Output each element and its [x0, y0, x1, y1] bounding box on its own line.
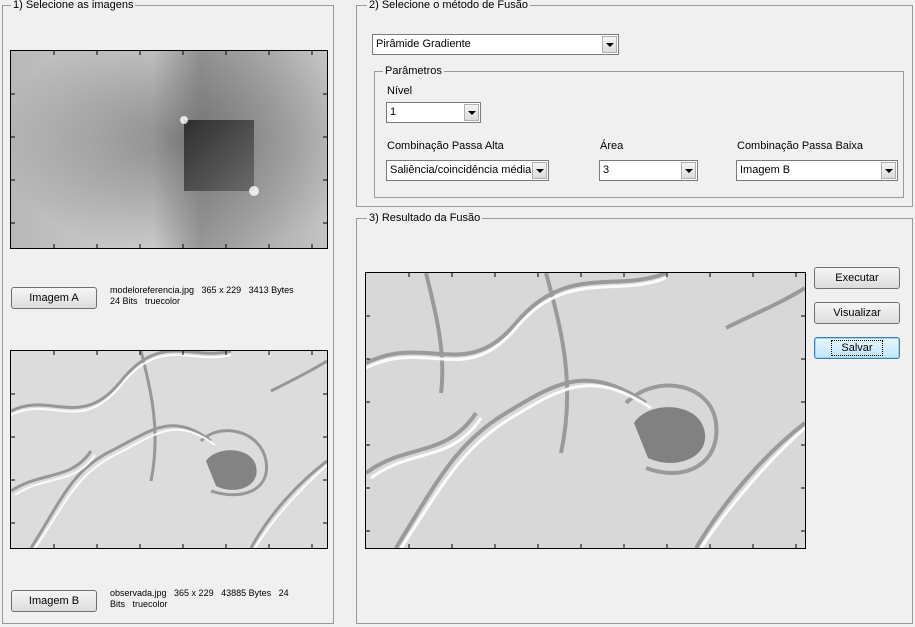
image-b-button[interactable]: Imagem B — [11, 590, 97, 612]
method-select-value: Pirâmide Gradiente — [376, 38, 471, 50]
image-b-info-line1: observada.jpg 365 x 229 43885 Bytes 24 — [110, 588, 289, 598]
nivel-select-value: 1 — [390, 106, 397, 118]
view-button-label: Visualizar — [833, 307, 881, 319]
high-pass-label: Combinação Passa Alta — [387, 140, 504, 152]
image-b-info-line2: Bits truecolor — [110, 599, 168, 609]
image-b-button-label: Imagem B — [28, 595, 80, 607]
save-button[interactable]: Salvar — [814, 337, 900, 359]
low-pass-select-value: Imagem B — [740, 164, 791, 176]
chevron-down-icon[interactable] — [681, 162, 696, 179]
method-select[interactable]: Pirâmide Gradiente — [372, 34, 619, 55]
fusion-result-title: 3) Resultado da Fusão — [367, 212, 483, 225]
low-pass-label: Combinação Passa Baixa — [737, 140, 863, 152]
image-a-info-line2: 24 Bits truecolor — [110, 296, 181, 306]
chevron-down-icon[interactable] — [464, 104, 479, 121]
execute-button-label: Executar — [835, 272, 879, 284]
image-b-axes — [10, 350, 328, 549]
result-axes — [365, 272, 806, 549]
parameters-title: Parâmetros — [383, 65, 444, 78]
low-pass-select[interactable]: Imagem B — [736, 160, 898, 181]
select-images-title: 1) Selecione as imagens — [11, 0, 136, 12]
nivel-select[interactable]: 1 — [386, 102, 481, 123]
area-label: Área — [600, 140, 624, 152]
chevron-down-icon[interactable] — [532, 162, 547, 179]
area-select[interactable]: 3 — [599, 160, 698, 181]
chevron-down-icon[interactable] — [881, 162, 896, 179]
image-a-button[interactable]: Imagem A — [11, 287, 97, 309]
view-button[interactable]: Visualizar — [814, 302, 900, 324]
result-image-render — [366, 273, 805, 548]
image-a-render — [11, 51, 327, 248]
high-pass-select[interactable]: Saliência/coincidência média — [386, 160, 549, 181]
chevron-down-icon[interactable] — [602, 36, 617, 53]
image-a-axes — [10, 50, 328, 249]
area-select-value: 3 — [603, 164, 610, 176]
nivel-label: Nível — [387, 85, 413, 97]
high-pass-select-value: Saliência/coincidência média — [390, 164, 532, 176]
image-a-button-label: Imagem A — [29, 292, 79, 304]
image-b-render — [11, 351, 327, 548]
fusion-method-title: 2) Selecione o método de Fusão — [367, 0, 530, 12]
save-button-label: Salvar — [831, 340, 883, 356]
image-a-info-line1: modeloreferencia.jpg 365 x 229 3413 Byte… — [110, 285, 294, 295]
execute-button[interactable]: Executar — [814, 267, 900, 289]
